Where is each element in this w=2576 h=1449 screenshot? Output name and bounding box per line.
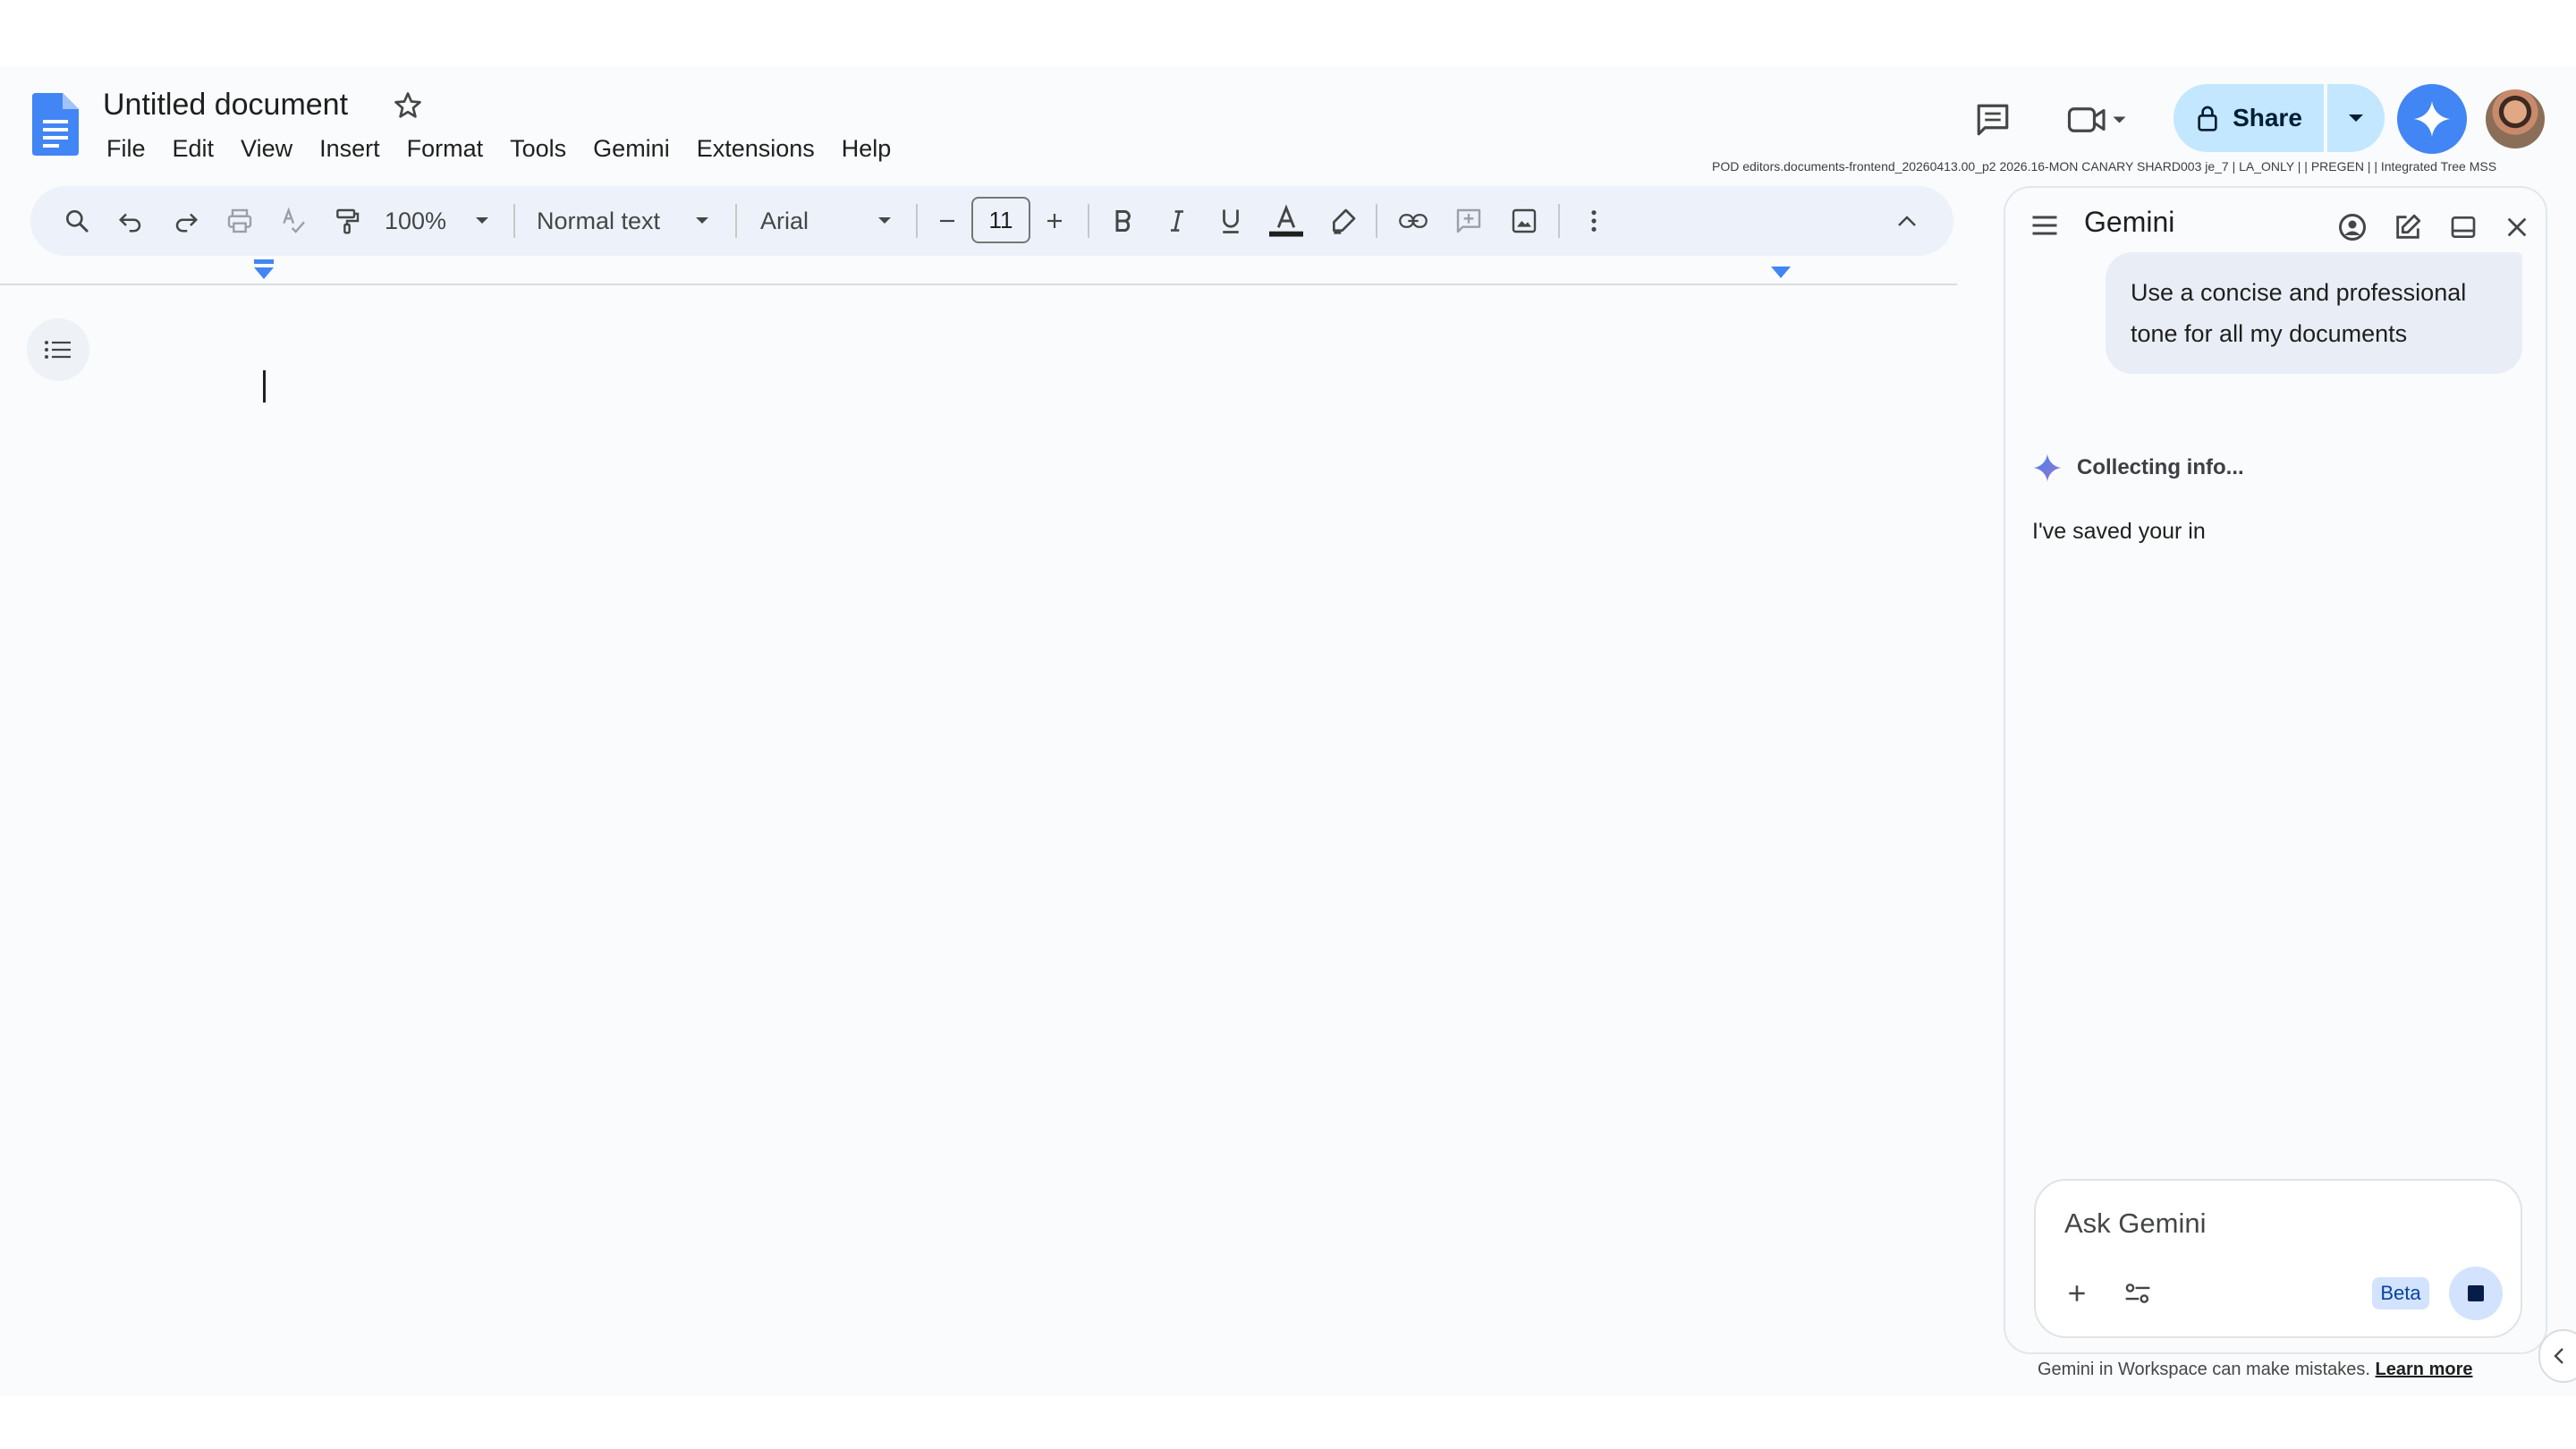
dock-panel-icon[interactable] — [2444, 208, 2483, 247]
learn-more-link[interactable]: Learn more — [2376, 1360, 2473, 1379]
spellcheck-icon[interactable] — [268, 186, 318, 256]
menu-tools[interactable]: Tools — [496, 131, 580, 166]
gemini-sparkle-button[interactable] — [2397, 84, 2467, 154]
style-dropdown-icon[interactable] — [689, 186, 716, 256]
menu-view[interactable]: View — [227, 131, 306, 166]
new-chat-icon[interactable] — [2388, 208, 2428, 247]
document-title[interactable]: Untitled document — [103, 88, 348, 123]
gemini-status-row: Collecting info... — [2032, 453, 2244, 483]
toolbar-divider — [1376, 204, 1377, 238]
gemini-side-panel: Gemini Use a concise and professional to… — [2004, 186, 2547, 1379]
redo-icon[interactable] — [161, 186, 211, 256]
meet-icon[interactable] — [2057, 97, 2138, 143]
star-icon[interactable] — [392, 89, 424, 122]
menu-edit[interactable]: Edit — [159, 131, 228, 166]
more-options-icon[interactable] — [1569, 186, 1619, 256]
menu-format[interactable]: Format — [394, 131, 497, 166]
search-menus-icon[interactable] — [52, 186, 102, 256]
font-dropdown-icon[interactable] — [871, 186, 898, 256]
stop-icon — [2468, 1285, 2484, 1301]
add-icon[interactable] — [2057, 1274, 2097, 1313]
font-family-value: Arial — [760, 207, 809, 234]
menu-insert[interactable]: Insert — [306, 131, 394, 166]
toolbar-divider — [1558, 204, 1560, 238]
decrease-font-size-icon[interactable] — [927, 186, 968, 256]
disclaimer-text: Gemini in Workspace can make mistakes. — [2038, 1360, 2370, 1379]
outline-list-icon — [45, 341, 71, 359]
menu-help[interactable]: Help — [828, 131, 905, 166]
menu-extensions[interactable]: Extensions — [683, 131, 828, 166]
toolbar-divider — [513, 204, 515, 238]
gemini-reply-text: I've saved your in — [2032, 519, 2206, 544]
build-info-text: POD editors.documents-frontend_20260413.… — [1712, 159, 2497, 174]
text-color-icon[interactable] — [1259, 186, 1313, 256]
avatar[interactable] — [2486, 89, 2545, 148]
toolbar-divider — [1088, 204, 1089, 238]
menu-file[interactable]: File — [93, 131, 159, 166]
text-cursor — [263, 370, 266, 402]
insert-link-icon[interactable] — [1386, 186, 1440, 256]
insert-image-icon[interactable] — [1497, 186, 1551, 256]
gemini-panel-title: Gemini — [2084, 206, 2175, 238]
ask-gemini-input[interactable]: Ask Gemini Beta — [2034, 1179, 2522, 1338]
gemini-disclaimer: Gemini in Workspace can make mistakes. L… — [2038, 1360, 2472, 1380]
paragraph-style-value: Normal text — [537, 207, 661, 234]
close-icon[interactable] — [2497, 208, 2537, 247]
docs-app: Untitled document File Edit View Insert … — [0, 66, 2576, 1395]
bold-icon[interactable] — [1098, 186, 1148, 256]
paragraph-style-select[interactable]: Normal text — [537, 186, 698, 256]
add-comment-icon[interactable] — [1442, 186, 1496, 256]
ruler — [0, 284, 1957, 285]
underline-icon[interactable] — [1206, 186, 1256, 256]
right-indent-marker-icon[interactable] — [1771, 267, 1791, 279]
side-panel-toggle[interactable] — [2538, 1329, 2576, 1383]
gemini-status-text: Collecting info... — [2077, 455, 2244, 479]
increase-font-size-icon[interactable] — [1034, 186, 1075, 256]
docs-logo-icon[interactable] — [32, 93, 79, 156]
user-message-bubble: Use a concise and professional tone for … — [2106, 252, 2522, 374]
hamburger-menu-icon[interactable] — [2029, 209, 2061, 242]
collapse-menus-icon[interactable] — [1882, 186, 1932, 256]
zoom-value: 100% — [385, 207, 447, 234]
chevron-down-icon — [2349, 114, 2363, 122]
highlight-color-icon[interactable] — [1318, 186, 1368, 256]
lock-icon — [2198, 106, 2217, 131]
comments-icon[interactable] — [1970, 97, 2016, 143]
toolbar-divider — [916, 204, 918, 238]
left-indent-marker-icon[interactable] — [254, 259, 274, 281]
paint-format-icon[interactable] — [322, 186, 372, 256]
zoom-dropdown-icon[interactable] — [469, 186, 496, 256]
menu-gemini[interactable]: Gemini — [580, 131, 683, 166]
print-icon[interactable] — [215, 186, 265, 256]
sparkle-icon — [2033, 453, 2062, 482]
chevron-left-icon — [2554, 1348, 2563, 1364]
menu-bar: File Edit View Insert Format Tools Gemin… — [93, 131, 904, 166]
font-size-input[interactable]: 11 — [971, 197, 1030, 243]
toolbar-divider — [735, 204, 737, 238]
personal-context-icon[interactable] — [2333, 208, 2372, 247]
undo-icon[interactable] — [106, 186, 156, 256]
share-label: Share — [2233, 104, 2302, 131]
document-outline-button[interactable] — [27, 318, 89, 381]
tools-icon[interactable] — [2118, 1274, 2157, 1313]
share-button[interactable]: Share — [2174, 84, 2324, 152]
sparkle-icon — [2413, 100, 2451, 138]
ask-gemini-placeholder: Ask Gemini — [2064, 1208, 2207, 1239]
share-dropdown-button[interactable] — [2327, 84, 2385, 152]
stop-generation-button[interactable] — [2449, 1267, 2503, 1320]
beta-badge: Beta — [2372, 1277, 2429, 1309]
italic-icon[interactable] — [1152, 186, 1202, 256]
formatting-toolbar: 100% Normal text Arial 11 — [30, 186, 1953, 256]
